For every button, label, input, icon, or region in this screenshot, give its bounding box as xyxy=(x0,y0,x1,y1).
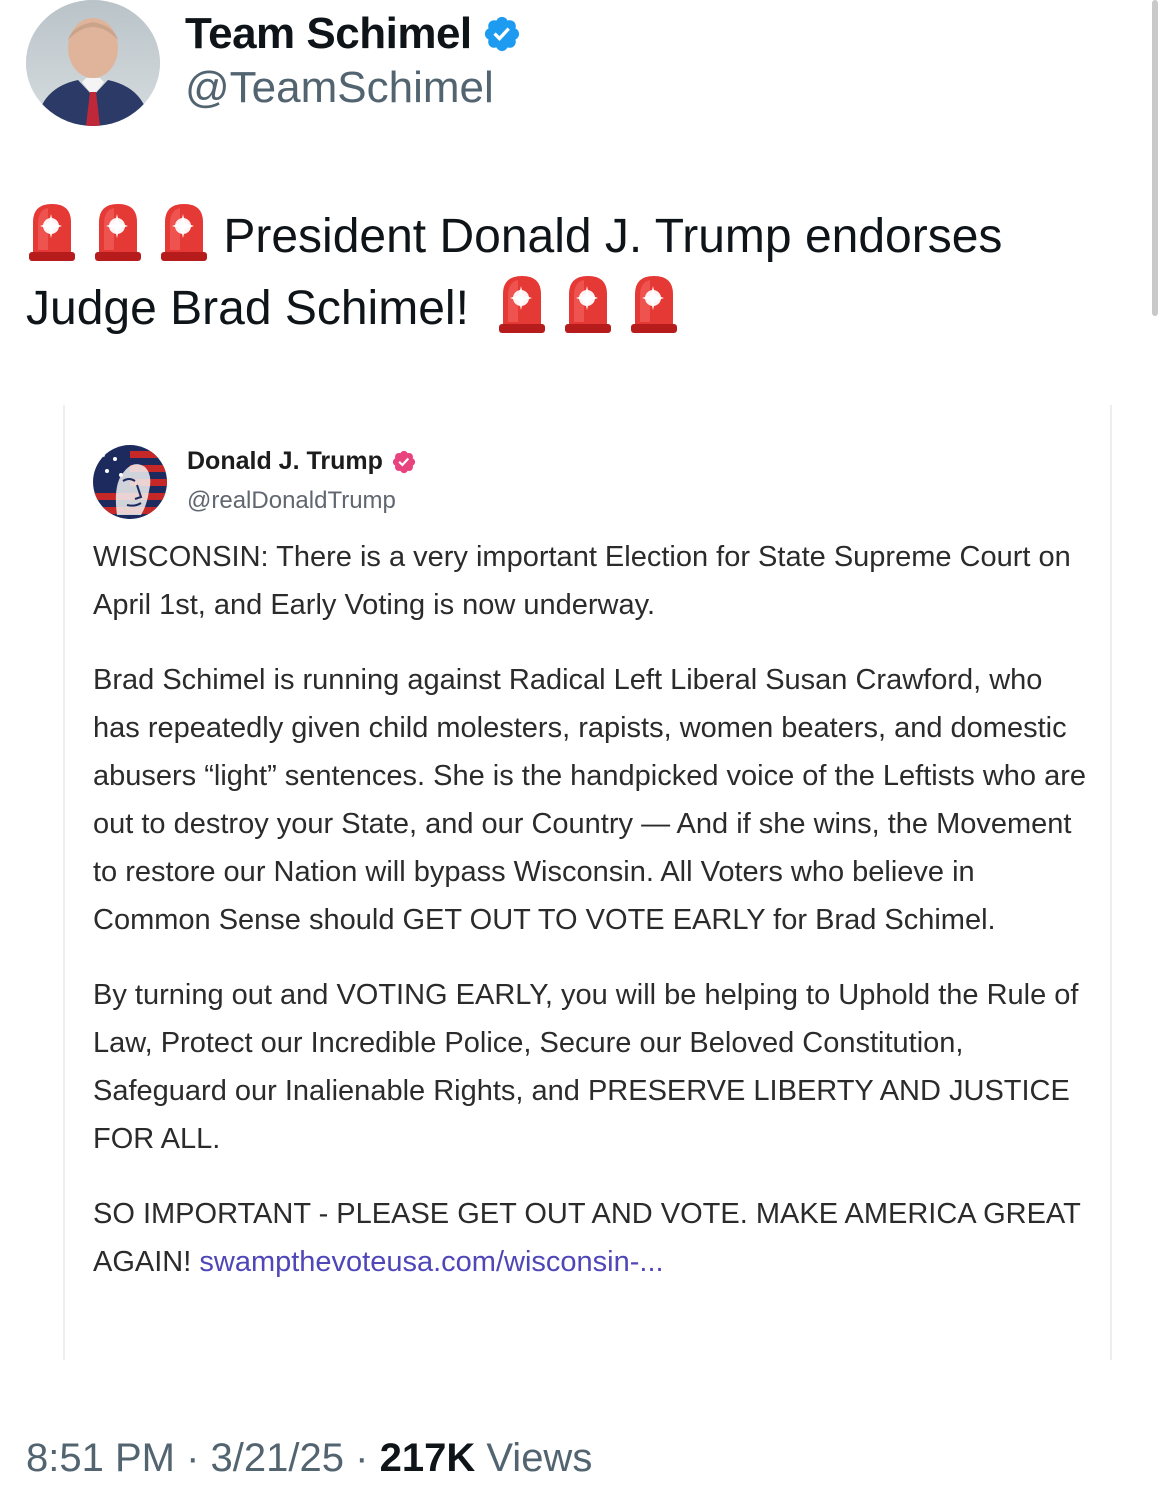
police-car-light-icon xyxy=(161,204,207,261)
police-car-light-icon xyxy=(95,204,141,261)
meta-separator: · xyxy=(355,1436,369,1480)
author-name-row: Team Schimel xyxy=(185,8,522,60)
tweet-date[interactable]: 3/21/25 xyxy=(211,1436,344,1480)
embedded-paragraph: By turning out and VOTING EARLY, you wil… xyxy=(93,979,1079,1155)
police-car-light-icon xyxy=(499,276,546,333)
views-label[interactable]: Views xyxy=(486,1436,592,1480)
author-display-name[interactable]: Team Schimel xyxy=(185,8,472,60)
embedded-paragraph: SO IMPORTANT - PLEASE GET OUT AND VOTE. … xyxy=(93,1190,1093,1286)
tweet-line-1: President Donald J. Trump endorses xyxy=(26,200,1126,272)
scrollbar[interactable] xyxy=(1152,0,1158,316)
embedded-post-image[interactable]: Donald J. Trump @realDonaldTrump WISCONS… xyxy=(63,405,1112,1360)
police-car-light-icon xyxy=(631,276,678,333)
tweet-text-line-2: Judge Brad Schimel! xyxy=(26,282,469,335)
tweet-line-2: Judge Brad Schimel! xyxy=(26,272,1126,344)
embedded-display-name: Donald J. Trump xyxy=(187,447,383,475)
embedded-paragraph: WISCONSIN: There is a very important Ele… xyxy=(93,541,1071,621)
embedded-paragraph: Brad Schimel is running against Radical … xyxy=(93,664,1087,936)
embedded-handle: @realDonaldTrump xyxy=(187,487,396,514)
embedded-name-row: Donald J. Trump xyxy=(187,447,417,476)
verified-badge-icon xyxy=(392,450,415,473)
author-avatar[interactable] xyxy=(26,0,160,126)
tweet-meta: 8:51 PM · 3/21/25 · 217K Views xyxy=(26,1428,592,1488)
police-car-light-icon xyxy=(29,204,75,261)
views-count[interactable]: 217K xyxy=(380,1436,476,1480)
author-handle[interactable]: @TeamSchimel xyxy=(185,62,494,114)
tweet-text: President Donald J. Trump endorses Judge… xyxy=(26,200,1126,344)
embedded-avatar xyxy=(93,445,167,519)
police-car-light-icon xyxy=(565,276,612,333)
tweet-time[interactable]: 8:51 PM xyxy=(26,1436,175,1480)
tweet-text-line-1: President Donald J. Trump endorses xyxy=(223,210,1003,263)
verified-badge-icon xyxy=(484,16,519,52)
embedded-link: swampthevoteusa.com/wisconsin-... xyxy=(199,1246,664,1278)
embedded-body: WISCONSIN: There is a very important Ele… xyxy=(93,533,1093,1313)
meta-separator: · xyxy=(186,1436,200,1480)
